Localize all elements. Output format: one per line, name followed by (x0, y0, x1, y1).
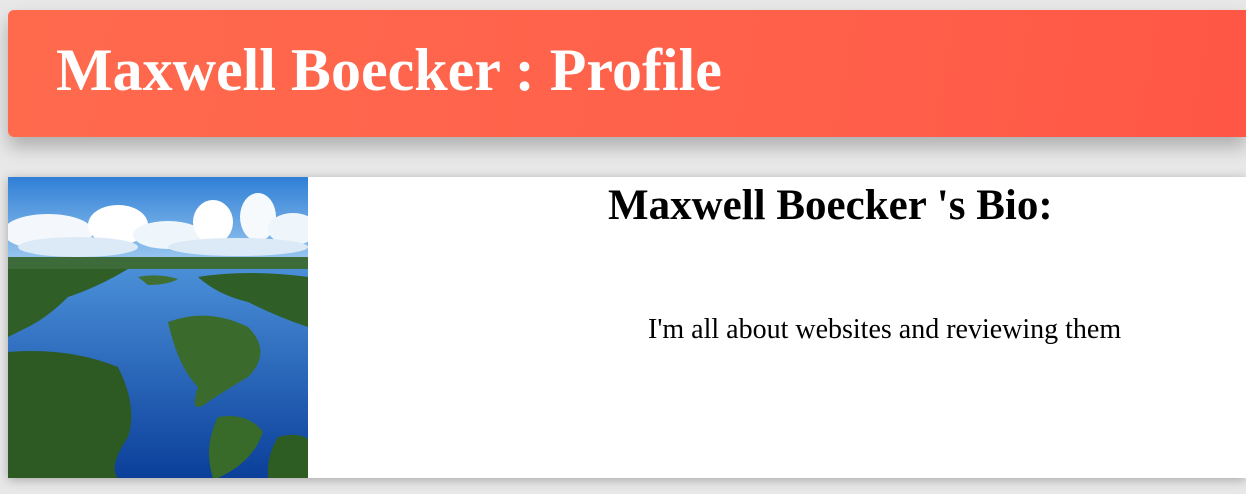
profile-card: Maxwell Boecker 's Bio: I'm all about we… (8, 177, 1246, 478)
profile-photo (8, 177, 308, 478)
bio-heading: Maxwell Boecker 's Bio: (608, 182, 1053, 229)
bio-text: I'm all about websites and reviewing the… (648, 314, 1122, 345)
page-title: Maxwell Boecker : Profile (56, 37, 722, 103)
profile-header: Maxwell Boecker : Profile (8, 10, 1246, 137)
